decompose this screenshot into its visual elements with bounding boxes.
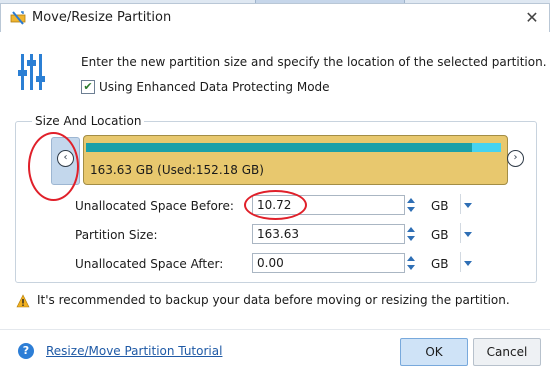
enhanced-protection-checkbox[interactable]: ✔ [81, 80, 95, 94]
annotation-circle-before-value [244, 190, 307, 220]
unallocated-before-spinner[interactable] [404, 195, 420, 215]
unallocated-after-input[interactable]: 0.00 [252, 253, 405, 273]
spin-up-icon[interactable] [407, 227, 415, 232]
partition-size-input[interactable]: 163.63 [252, 224, 405, 244]
spin-up-icon[interactable] [407, 198, 415, 203]
move-right-button[interactable]: › [507, 150, 524, 167]
partition-size-label: Partition Size: [75, 228, 158, 242]
enhanced-protection-label: Using Enhanced Data Protecting Mode [99, 80, 330, 94]
partition-size-spinner[interactable] [404, 224, 420, 244]
spin-down-icon[interactable] [407, 236, 415, 241]
tutorial-link[interactable]: Resize/Move Partition Tutorial [46, 344, 222, 358]
warning-icon [16, 294, 30, 308]
spin-up-icon[interactable] [407, 256, 415, 261]
unit-dropdown-icon[interactable] [464, 261, 472, 266]
unit-divider [460, 194, 461, 214]
spin-down-icon[interactable] [407, 207, 415, 212]
chevron-right-icon: › [513, 152, 518, 163]
unallocated-after-spinner[interactable] [404, 253, 420, 273]
unit-dropdown-icon[interactable] [464, 232, 472, 237]
unallocated-before-label: Unallocated Space Before: [75, 199, 234, 213]
partition-used-segment [86, 143, 472, 152]
unallocated-before-unit: GB [431, 199, 449, 213]
window-title: Move/Resize Partition [32, 10, 172, 25]
partition-bar[interactable]: 163.63 GB (Used:152.18 GB) [83, 135, 508, 185]
unallocated-after-label: Unallocated Space After: [75, 257, 224, 271]
partition-app-icon [10, 11, 26, 25]
spin-down-icon[interactable] [407, 265, 415, 270]
intro-text: Enter the new partition size and specify… [81, 55, 547, 69]
footer-divider [0, 329, 550, 330]
partition-size-value: 163.63 [257, 227, 299, 241]
cancel-button[interactable]: Cancel [473, 338, 541, 366]
close-icon: ✕ [525, 8, 539, 27]
unit-dropdown-icon[interactable] [464, 203, 472, 208]
partition-bar-label: 163.63 GB (Used:152.18 GB) [90, 163, 264, 177]
ok-button[interactable]: OK [400, 338, 468, 366]
sliders-icon [18, 54, 45, 90]
backup-warning-text: It's recommended to backup your data bef… [37, 293, 510, 307]
title-bar: Move/Resize Partition ✕ [0, 3, 550, 32]
partition-size-unit: GB [431, 228, 449, 242]
partition-free-segment [472, 143, 501, 152]
unallocated-after-unit: GB [431, 257, 449, 271]
size-location-title: Size And Location [32, 114, 145, 128]
unallocated-after-value: 0.00 [257, 256, 284, 270]
move-resize-dialog: Move/Resize Partition ✕ Enter the new pa… [0, 0, 550, 376]
unit-divider [460, 223, 461, 243]
unit-divider [460, 252, 461, 272]
close-button[interactable]: ✕ [521, 7, 543, 29]
annotation-circle-left-handle [28, 132, 79, 201]
help-icon[interactable]: ? [18, 343, 34, 359]
